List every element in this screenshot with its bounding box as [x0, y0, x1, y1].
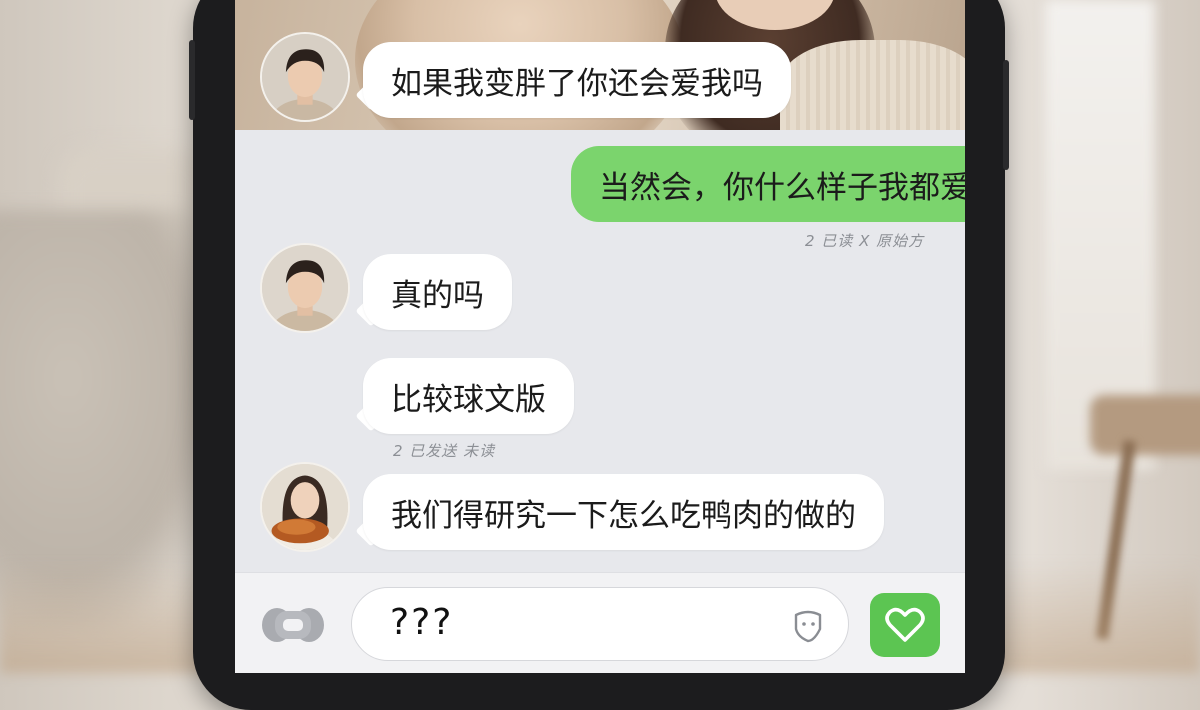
woman-portrait	[262, 464, 348, 550]
outgoing-message[interactable]: 当然会，你什么样子我都爱	[571, 146, 965, 222]
message-text: 真的吗	[391, 277, 484, 314]
message-text: 如果我变胖了你还会爱我吗	[391, 65, 763, 102]
man-avatar[interactable]	[260, 243, 350, 333]
woman-with-roast-duck-avatar[interactable]	[260, 462, 350, 552]
send-button[interactable]	[870, 593, 940, 657]
incoming-message[interactable]: 我们得研究一下怎么吃鸭肉的做的	[363, 474, 884, 550]
man-portrait	[262, 245, 348, 331]
heart-icon	[885, 607, 925, 642]
photo-woman-sweater	[780, 40, 965, 130]
chat-screen: 如果我变胖了你还会爱我吗 当然会，你什么样子我都爱 2 已读 X 原始方 真的吗…	[235, 0, 965, 673]
message-status: 2 已读 X 原始方	[805, 232, 925, 250]
incoming-message[interactable]: 真的吗	[363, 254, 512, 330]
message-text: 当然会，你什么样子我都爱	[599, 169, 965, 206]
message-status: 2 已发送 未读	[393, 442, 496, 460]
message-composer: ???	[235, 572, 965, 673]
message-input-value: ???	[390, 602, 454, 643]
message-text: 比较球文版	[391, 381, 546, 418]
incoming-message[interactable]: 比较球文版	[363, 358, 574, 434]
message-input[interactable]: ???	[351, 587, 849, 661]
voice-toggle-icon[interactable]	[261, 603, 325, 647]
power-button	[1003, 60, 1009, 170]
volume-button	[189, 40, 195, 120]
man-portrait	[262, 34, 348, 120]
message-text: 我们得研究一下怎么吃鸭肉的做的	[391, 497, 856, 534]
incoming-message[interactable]: 如果我变胖了你还会爱我吗	[363, 42, 791, 118]
sticker-icon[interactable]	[790, 607, 826, 643]
background-chair	[1090, 395, 1200, 455]
man-avatar[interactable]	[260, 32, 350, 122]
